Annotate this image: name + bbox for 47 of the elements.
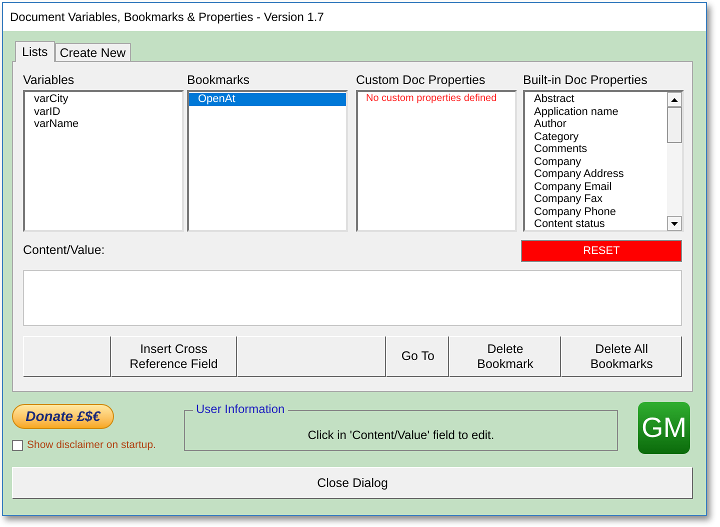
action-button[interactable]: Delete Bookmark [449, 336, 562, 377]
list-item[interactable]: Author [525, 118, 667, 130]
list-item[interactable]: varID [25, 106, 182, 118]
list-heading: Bookmarks [187, 72, 251, 89]
list-box[interactable]: No custom properties defined [356, 90, 517, 232]
scroll-thumb[interactable] [667, 107, 682, 143]
list-item[interactable]: varName [25, 118, 182, 130]
action-button[interactable]: Insert Cross Reference Field [110, 336, 237, 377]
content-label: Content/Value: [23, 242, 105, 260]
list-heading: Custom Doc Properties [356, 72, 486, 89]
donate-button[interactable]: Donate £$€ [12, 404, 114, 429]
disclaimer-checkbox[interactable] [12, 440, 23, 452]
list-item[interactable]: Comments [525, 143, 667, 156]
list-item[interactable]: Company Email [525, 180, 667, 193]
list-item[interactable]: Application name [525, 106, 667, 118]
tab[interactable]: Create New [54, 43, 131, 61]
empty-message: No custom properties defined [365, 93, 498, 106]
list-item[interactable]: Abstract [525, 93, 667, 106]
window-title: Document Variables, Bookmarks & Properties - Version 1.7 [10, 9, 324, 26]
logo: GM [638, 402, 690, 454]
info-message: Click in 'Content/Value' field to edit. [308, 426, 494, 444]
list-item[interactable]: Company Fax [525, 193, 667, 206]
close-button[interactable]: Close Dialog [12, 467, 693, 499]
list-item[interactable]: Category [525, 130, 667, 143]
action-button[interactable]: Delete All Bookmarks [561, 336, 682, 377]
reset-button[interactable]: RESET [521, 240, 682, 262]
scroll-bar[interactable] [667, 92, 682, 231]
disclaimer-label: Show disclaimer on startup. [27, 438, 156, 453]
tab[interactable]: Lists [15, 41, 55, 62]
group-title: User Information [193, 402, 288, 416]
list-item[interactable]: Company Address [525, 168, 667, 180]
blank-button[interactable] [23, 336, 111, 377]
list-box[interactable]: Abstract Application name Author Category Comments Company Company Address Company Email Company Fax Company Phone Content status [523, 90, 684, 232]
content-field[interactable] [23, 270, 682, 326]
list-heading: Variables [23, 72, 76, 89]
scroll-down-icon[interactable] [667, 216, 682, 231]
list-item[interactable]: Company Phone [525, 206, 667, 218]
list-item[interactable]: Content status [525, 218, 667, 230]
list-item[interactable]: OpenAt [189, 93, 346, 106]
blank-button[interactable] [236, 336, 386, 377]
list-item[interactable]: Company [525, 156, 667, 168]
list-box[interactable]: varCity varID varName [23, 90, 184, 232]
list-box[interactable]: OpenAt [187, 90, 348, 232]
action-button[interactable]: Go To [386, 336, 450, 377]
scroll-up-icon[interactable] [667, 92, 682, 107]
list-item[interactable]: varCity [25, 93, 182, 106]
list-heading: Built-in Doc Properties [523, 72, 648, 89]
